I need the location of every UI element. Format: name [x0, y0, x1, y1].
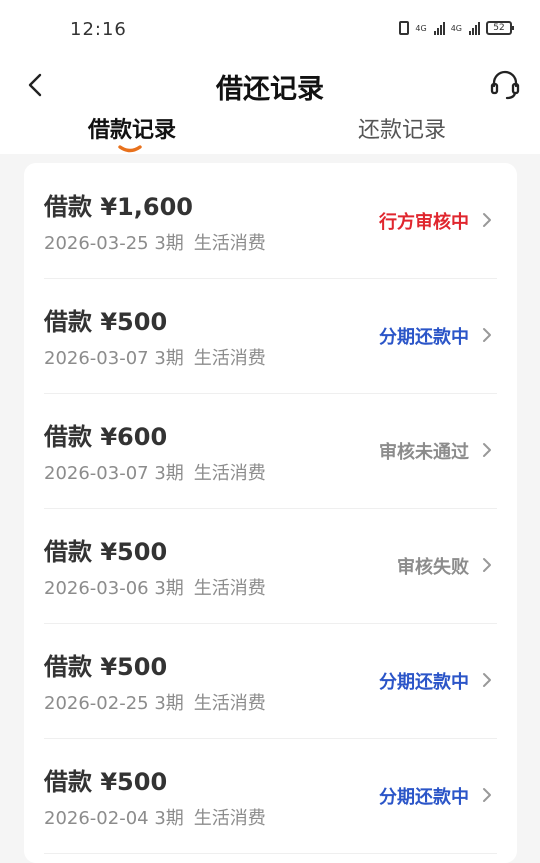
loan-amount: 借款 ¥500 — [44, 768, 168, 796]
top-area: 12:16 4G 4G 52 借还记录 借款记录 还款记录 — [0, 0, 540, 154]
signal-icon — [433, 21, 445, 35]
chevron-right-icon — [483, 558, 491, 572]
loan-record-row[interactable]: 借款 ¥500 2026-02-25 3期 生活消费 分期还款中 — [44, 623, 497, 739]
loan-records-list: 借款 ¥1,600 2026-03-25 3期 生活消费 行方审核中 借款 ¥50… — [24, 163, 517, 863]
loan-meta: 2026-03-06 3期 生活消费 — [44, 574, 266, 600]
loan-purpose: 生活消费 — [193, 693, 266, 714]
loan-status: 分期还款中 — [379, 327, 469, 348]
loan-status: 审核失败 — [397, 557, 469, 578]
loan-status: 行方审核中 — [379, 212, 469, 233]
loan-purpose: 生活消费 — [193, 233, 266, 254]
page-title: 借还记录 — [216, 74, 324, 105]
loan-date-term: 2026-02-25 3期 — [44, 693, 184, 714]
nav-bar: 借还记录 — [0, 60, 540, 110]
loan-purpose: 生活消费 — [193, 578, 266, 599]
battery-icon: 52 — [486, 21, 514, 35]
loan-record-row[interactable]: 借款 ¥500 2026-03-07 3期 生活消费 分期还款中 — [44, 278, 497, 394]
loan-status: 审核未通过 — [379, 442, 469, 463]
network-label-1: 4G — [415, 23, 427, 33]
loan-date-term: 2026-03-06 3期 — [44, 578, 184, 599]
loan-amount: 借款 ¥600 — [44, 423, 168, 451]
network-label-2: 4G — [450, 23, 462, 33]
loan-meta: 2026-02-25 3期 生活消费 — [44, 689, 266, 715]
loan-date-term: 2026-03-25 3期 — [44, 233, 184, 254]
status-time: 12:16 — [70, 19, 127, 40]
loan-amount: 借款 ¥500 — [44, 653, 168, 681]
loan-amount: 借款 ¥500 — [44, 538, 168, 566]
loan-meta: 2026-02-04 3期 生活消费 — [44, 804, 266, 830]
status-bar: 12:16 4G 4G 52 — [0, 0, 540, 60]
loan-purpose: 生活消费 — [193, 348, 266, 369]
chevron-right-icon — [483, 213, 491, 227]
loan-meta: 2026-03-25 3期 生活消费 — [44, 229, 266, 255]
loan-record-row[interactable]: 借款 ¥1,600 2026-03-25 3期 生活消费 行方审核中 — [44, 163, 497, 279]
active-tab-indicator — [118, 145, 142, 153]
loan-amount: 借款 ¥500 — [44, 308, 168, 336]
loan-record-row[interactable]: 借款 ¥600 2026-03-07 3期 生活消费 审核未通过 — [44, 393, 497, 509]
tab-loan-records[interactable]: 借款记录 — [88, 112, 176, 144]
signal-icon — [469, 21, 480, 35]
chevron-right-icon — [483, 788, 491, 802]
tab-repayment-records[interactable]: 还款记录 — [358, 112, 446, 144]
vibrate-icon — [399, 21, 410, 35]
tab-bar: 借款记录 还款记录 — [0, 110, 540, 154]
status-icons: 4G 4G 52 — [399, 21, 514, 35]
loan-date-term: 2026-03-07 3期 — [44, 348, 184, 369]
loan-record-row[interactable]: 借款 ¥500 2026-03-06 3期 生活消费 审核失败 — [44, 508, 497, 624]
customer-service-headset-icon[interactable] — [488, 68, 522, 102]
loan-amount: 借款 ¥1,600 — [44, 193, 193, 221]
loan-purpose: 生活消费 — [193, 808, 266, 829]
loan-record-row[interactable]: 借款 ¥500 2026-02-04 3期 生活消费 分期还款中 — [44, 738, 497, 854]
chevron-right-icon — [483, 328, 491, 342]
loan-status: 分期还款中 — [379, 672, 469, 693]
loan-date-term: 2026-02-04 3期 — [44, 808, 184, 829]
loan-meta: 2026-03-07 3期 生活消费 — [44, 344, 266, 370]
chevron-right-icon — [483, 673, 491, 687]
loan-date-term: 2026-03-07 3期 — [44, 463, 184, 484]
loan-meta: 2026-03-07 3期 生活消费 — [44, 459, 266, 485]
loan-status: 分期还款中 — [379, 787, 469, 808]
chevron-right-icon — [483, 443, 491, 457]
loan-purpose: 生活消费 — [193, 463, 266, 484]
